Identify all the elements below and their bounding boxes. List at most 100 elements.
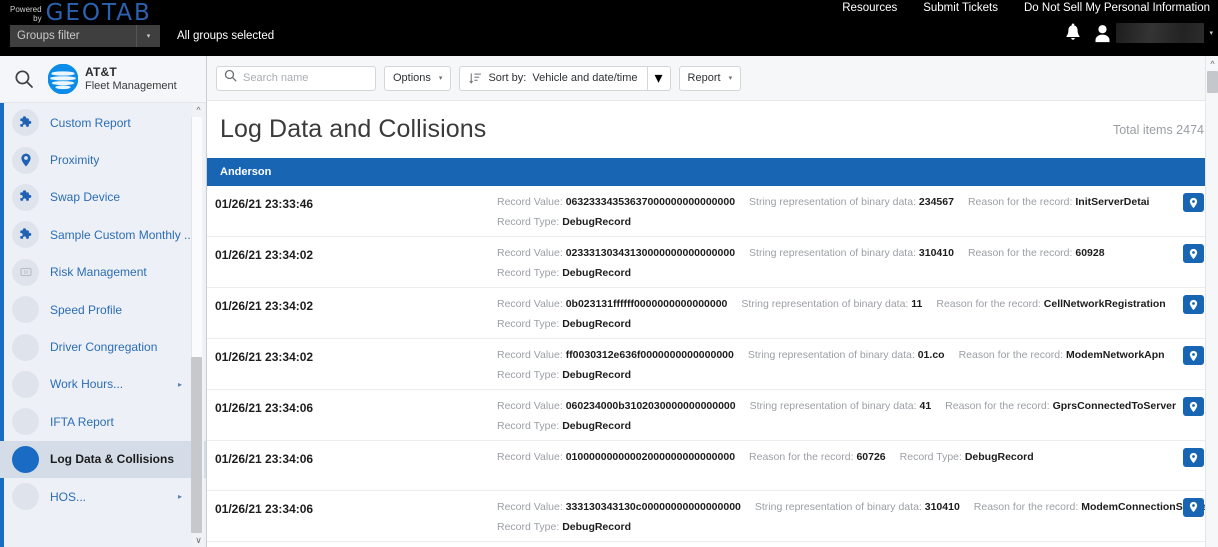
report-dropdown-button[interactable]: Report ▾ <box>678 65 742 91</box>
sidebar-item-proximity[interactable]: Proximity <box>0 141 206 178</box>
record-type-text: DebugRecord <box>562 420 632 432</box>
record-value-label: Record Value: <box>497 500 563 513</box>
string-representation-text: 310410 <box>918 247 954 259</box>
sidebar-item-hos[interactable]: HOS... ▸ <box>0 478 206 515</box>
record-reason-label: Reason for the record: <box>967 247 1073 259</box>
map-pin-icon[interactable] <box>1183 244 1204 263</box>
record-reason: Reason for the record: ModemConnectionSu… <box>974 501 1218 513</box>
sidebar-item-sample-custom-monthly[interactable]: Sample Custom Monthly ... <box>0 216 206 253</box>
report-label: Report <box>687 72 721 84</box>
record-value: Record Value: 06323334353637000000000000… <box>497 196 735 208</box>
sidebar-item-log-data-collisions[interactable]: Log Data & Collisions <box>0 440 206 478</box>
table-row[interactable]: 01/26/21 23:34:02 Record Value: 023331303… <box>207 237 1218 288</box>
sidebar-item-risk-management[interactable]: M Risk Management <box>0 254 206 291</box>
sidebar-item-ifta-report[interactable]: IFTA Report <box>0 403 206 440</box>
record-detail-line-1: Record Value: ff0030312e636f000000000000… <box>497 349 1210 361</box>
group-header-label: Anderson <box>220 166 272 178</box>
table-row[interactable]: 01/26/21 23:34:06 Record Value: 333130343… <box>207 491 1218 542</box>
table-row[interactable]: 01/26/21 23:34:06 Record Value: 060234000… <box>207 390 1218 441</box>
groups-filter-input[interactable]: Groups filter ▾ <box>10 25 160 47</box>
record-detail-line-2: Record Type: DebugRecord <box>497 521 1218 533</box>
string-representation-text: 11 <box>911 298 923 310</box>
sidebar-scroll-down-button[interactable]: ∨ <box>193 534 204 547</box>
sidebar-item-swap-device[interactable]: Swap Device <box>0 179 206 216</box>
record-type-text: DebugRecord <box>562 267 632 279</box>
left-sidebar: AT&T Fleet Management Custom Report Proxi… <box>0 56 207 547</box>
top-link-submit-tickets[interactable]: Submit Tickets <box>923 2 998 14</box>
total-items-count: Total items 2474 <box>1112 122 1204 137</box>
main-scroll-up-button[interactable]: ^ <box>1206 57 1218 70</box>
powered-by-text: Powered by <box>10 5 46 25</box>
record-reason-label: Reason for the record: <box>936 298 1041 310</box>
top-link-resources[interactable]: Resources <box>842 2 897 14</box>
sidebar-nav-list: Custom Report Proximity Swap Device Sample … <box>0 103 206 515</box>
map-pin-icon[interactable] <box>1183 193 1204 212</box>
sidebar-item-driver-congregation[interactable]: Driver Congregation <box>0 328 206 365</box>
options-dropdown-button[interactable]: Options ▾ <box>384 65 452 91</box>
record-value-label: Record Value: <box>497 247 563 259</box>
sort-ascending-icon <box>469 72 482 85</box>
sidebar-item-label: Risk Management <box>50 265 147 280</box>
table-row[interactable]: 01/26/21 23:34:02 Record Value: 0b023131f… <box>207 288 1218 339</box>
notification-bell-icon[interactable] <box>1064 23 1082 43</box>
string-representation-label: String representation of binary data: <box>741 298 909 310</box>
map-pin-icon[interactable] <box>1183 346 1204 365</box>
record-details: Record Value: ff0030312e636f000000000000… <box>497 349 1218 381</box>
table-row[interactable]: 01/26/21 23:33:46 Record Value: 063233343… <box>207 186 1218 237</box>
blank-icon <box>12 370 39 398</box>
map-pin-icon[interactable] <box>1183 497 1204 517</box>
user-menu[interactable]: ▾ <box>1094 23 1213 43</box>
record-value-text: 02333130343130000000000000000 <box>565 247 736 259</box>
table-row[interactable]: 01/26/21 23:34:02 Record Value: ff0030312… <box>207 339 1218 390</box>
groups-filter-row: Groups filter ▾ All groups selected <box>10 25 274 47</box>
sort-by-dropdown-toggle[interactable]: ▾ <box>646 65 671 91</box>
user-menu-chevron-down-icon[interactable]: ▾ <box>1209 29 1213 37</box>
person-icon <box>1094 24 1111 43</box>
svg-text:M: M <box>23 270 27 276</box>
sidebar-scrollbar-thumb[interactable] <box>191 357 202 533</box>
record-reason-text: 60928 <box>1075 247 1105 259</box>
main-scrollbar-thumb[interactable] <box>1207 71 1218 93</box>
sidebar-nav-scroll-area: Custom Report Proximity Swap Device Sample … <box>0 103 206 547</box>
record-value: Record Value: 02333130343130000000000000… <box>497 247 735 259</box>
solid-dot-icon <box>12 445 39 473</box>
search-input[interactable] <box>243 72 361 84</box>
group-header-anderson: Anderson <box>207 158 1218 186</box>
string-representation-label: String representation of binary data: <box>749 247 916 259</box>
map-pin-icon[interactable] <box>1183 295 1204 314</box>
sidebar-item-label: Speed Profile <box>50 302 123 317</box>
record-details: Record Value: 333130343130c0000000000000… <box>497 501 1218 533</box>
record-type-text: DebugRecord <box>562 318 632 330</box>
sort-by-label: Sort by: <box>488 72 527 84</box>
sidebar-item-label: HOS... <box>50 489 87 504</box>
main-scrollbar-track[interactable]: ^ <box>1205 56 1218 547</box>
sort-by-button[interactable]: Sort by: Vehicle and date/time <box>459 65 647 91</box>
record-reason-label: Reason for the record: <box>967 196 1073 208</box>
record-type-label: Record Type: <box>497 520 560 533</box>
groups-filter-dropdown-toggle[interactable]: ▾ <box>136 25 160 47</box>
page-header: Log Data and Collisions Total items 2474 <box>207 101 1218 158</box>
sidebar-item-speed-profile[interactable]: Speed Profile <box>0 291 206 328</box>
table-row[interactable]: 01/26/21 23:34:06 Record Value: 010000000… <box>207 441 1218 491</box>
sidebar-item-work-hours[interactable]: Work Hours... ▸ <box>0 366 206 403</box>
blank-icon <box>12 408 39 436</box>
string-representation: String representation of binary data: 11 <box>741 298 922 310</box>
map-pin-icon[interactable] <box>1183 397 1204 416</box>
chevron-down-icon: ▾ <box>146 33 151 40</box>
record-value-text: 06323334353637000000000000000 <box>565 196 736 208</box>
search-icon[interactable] <box>0 69 48 89</box>
map-pin-icon[interactable] <box>1183 448 1204 467</box>
record-datetime: 01/26/21 23:34:02 <box>215 299 314 313</box>
brand-line-1: AT&T <box>85 64 117 79</box>
string-representation-text: 234567 <box>918 196 954 208</box>
top-link-do-not-sell[interactable]: Do Not Sell My Personal Information <box>1024 2 1210 14</box>
record-type: Record Type: DebugRecord <box>497 267 631 279</box>
sidebar-scrollbar-track[interactable] <box>191 103 204 547</box>
sidebar-item-custom-report[interactable]: Custom Report <box>0 104 206 141</box>
record-detail-line-1: Record Value: 0b023131ffffff000000000000… <box>497 298 1210 310</box>
sidebar-scroll-up-button[interactable]: ^ <box>193 103 204 116</box>
chevron-right-icon: ▸ <box>177 379 182 389</box>
record-type: Record Type: DebugRecord <box>497 318 631 330</box>
search-name-field[interactable] <box>216 65 376 91</box>
sidebar-item-label: Work Hours... <box>50 377 124 392</box>
